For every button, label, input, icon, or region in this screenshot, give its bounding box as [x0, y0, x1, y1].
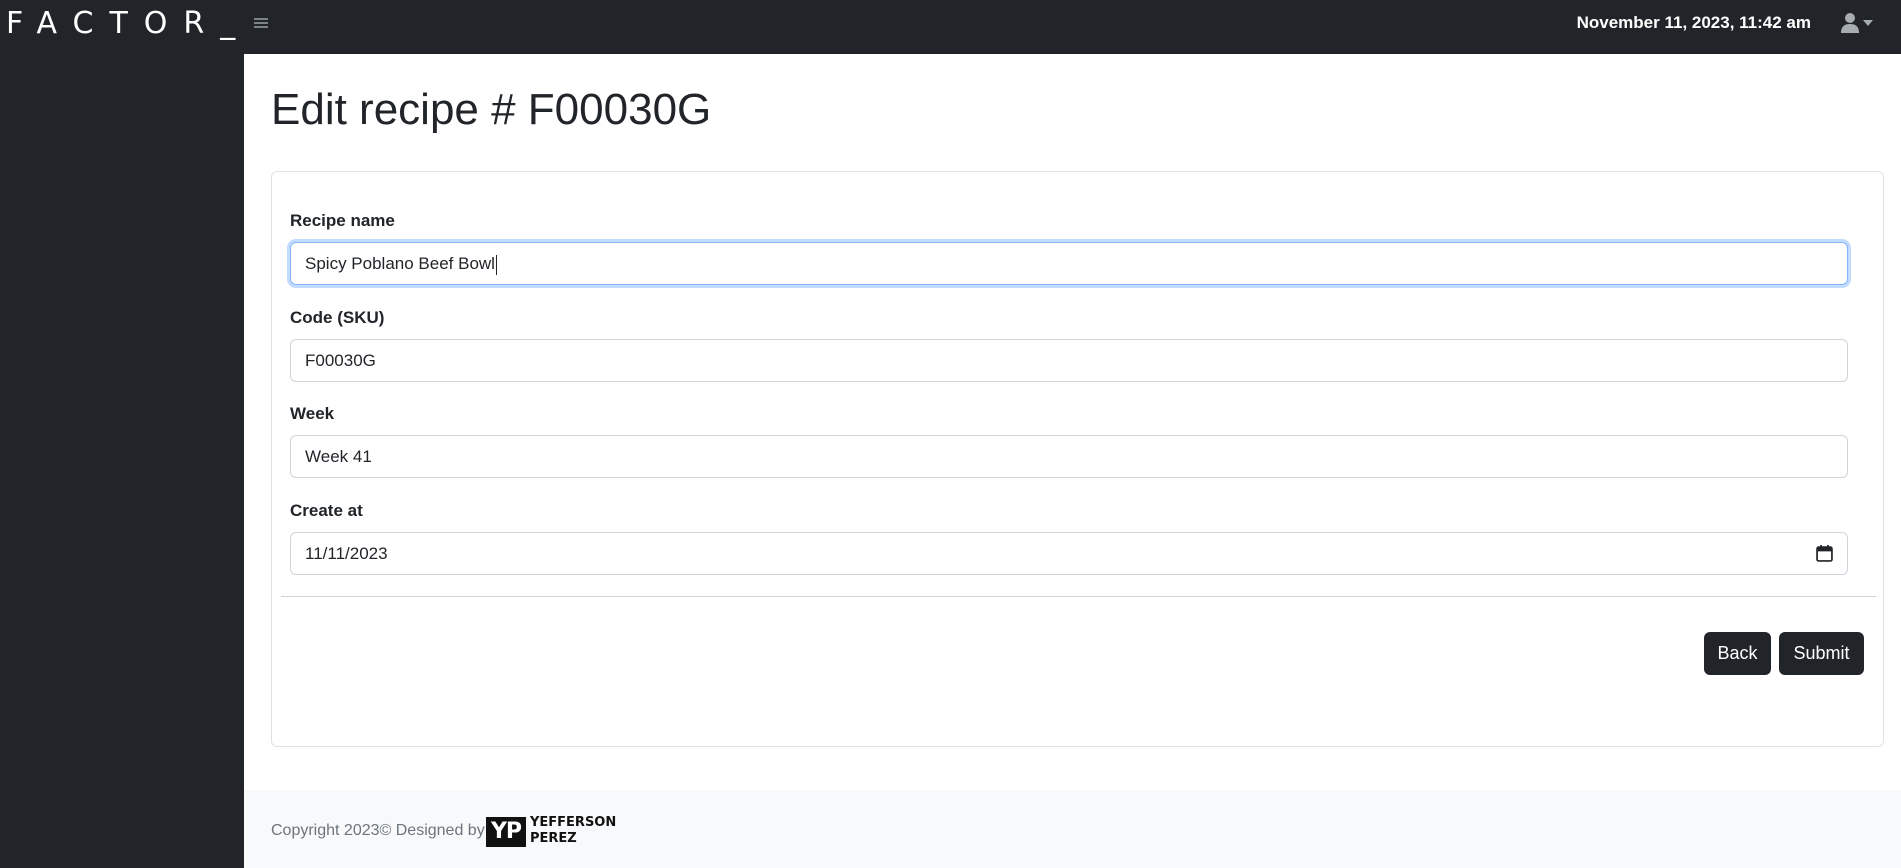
back-button[interactable]: Back	[1704, 632, 1771, 675]
current-datetime: November 11, 2023, 11:42 am	[1576, 13, 1811, 32]
brand-logo[interactable]: FACTOR_	[6, 6, 251, 42]
page-title: Edit recipe # F00030G	[271, 85, 712, 134]
sidebar	[0, 54, 244, 868]
created-at-value: 11/11/2023	[305, 544, 388, 563]
code-sku-label: Code (SKU)	[290, 308, 385, 327]
created-at-label: Create at	[290, 501, 363, 520]
designer-logo-name: YEFFERSON PEREZ	[530, 815, 617, 847]
code-sku-value: F00030G	[305, 351, 376, 370]
code-sku-input[interactable]: F00030G	[290, 339, 1848, 382]
designer-logo-initials: YP	[486, 817, 526, 847]
copyright-text: Copyright 2023© Designed by	[271, 822, 485, 839]
form-divider	[281, 596, 1876, 597]
week-group: Week Week 41	[290, 403, 1848, 478]
week-input[interactable]: Week 41	[290, 435, 1848, 478]
recipe-name-label: Recipe name	[290, 211, 395, 230]
recipe-name-value: Spicy Poblano Beef Bowl	[305, 254, 495, 273]
main-content: Edit recipe # F00030G Recipe name Spicy …	[244, 54, 1901, 790]
submit-button[interactable]: Submit	[1779, 632, 1864, 675]
user-menu-button[interactable]	[1839, 10, 1875, 36]
designer-last-name: PEREZ	[530, 831, 577, 846]
hamburger-icon[interactable]	[250, 12, 272, 34]
top-navbar: FACTOR_ November 11, 2023, 11:42 am	[0, 0, 1901, 54]
edit-recipe-card: Recipe name Spicy Poblano Beef Bowl Code…	[271, 171, 1884, 747]
week-label: Week	[290, 404, 335, 423]
created-at-date-input[interactable]: 11/11/2023	[290, 532, 1848, 575]
text-cursor	[495, 254, 497, 275]
chevron-down-icon	[1863, 20, 1873, 26]
designer-first-name: YEFFERSON	[530, 815, 617, 830]
calendar-icon[interactable]	[1816, 545, 1833, 562]
footer: Copyright 2023© Designed by YP YEFFERSON…	[244, 790, 1901, 868]
user-icon	[1841, 13, 1859, 33]
week-value: Week 41	[305, 447, 372, 466]
code-sku-group: Code (SKU) F00030G	[290, 307, 1848, 382]
recipe-name-input[interactable]: Spicy Poblano Beef Bowl	[290, 242, 1848, 285]
created-at-group: Create at 11/11/2023	[290, 500, 1848, 575]
recipe-name-group: Recipe name Spicy Poblano Beef Bowl	[290, 210, 1848, 285]
